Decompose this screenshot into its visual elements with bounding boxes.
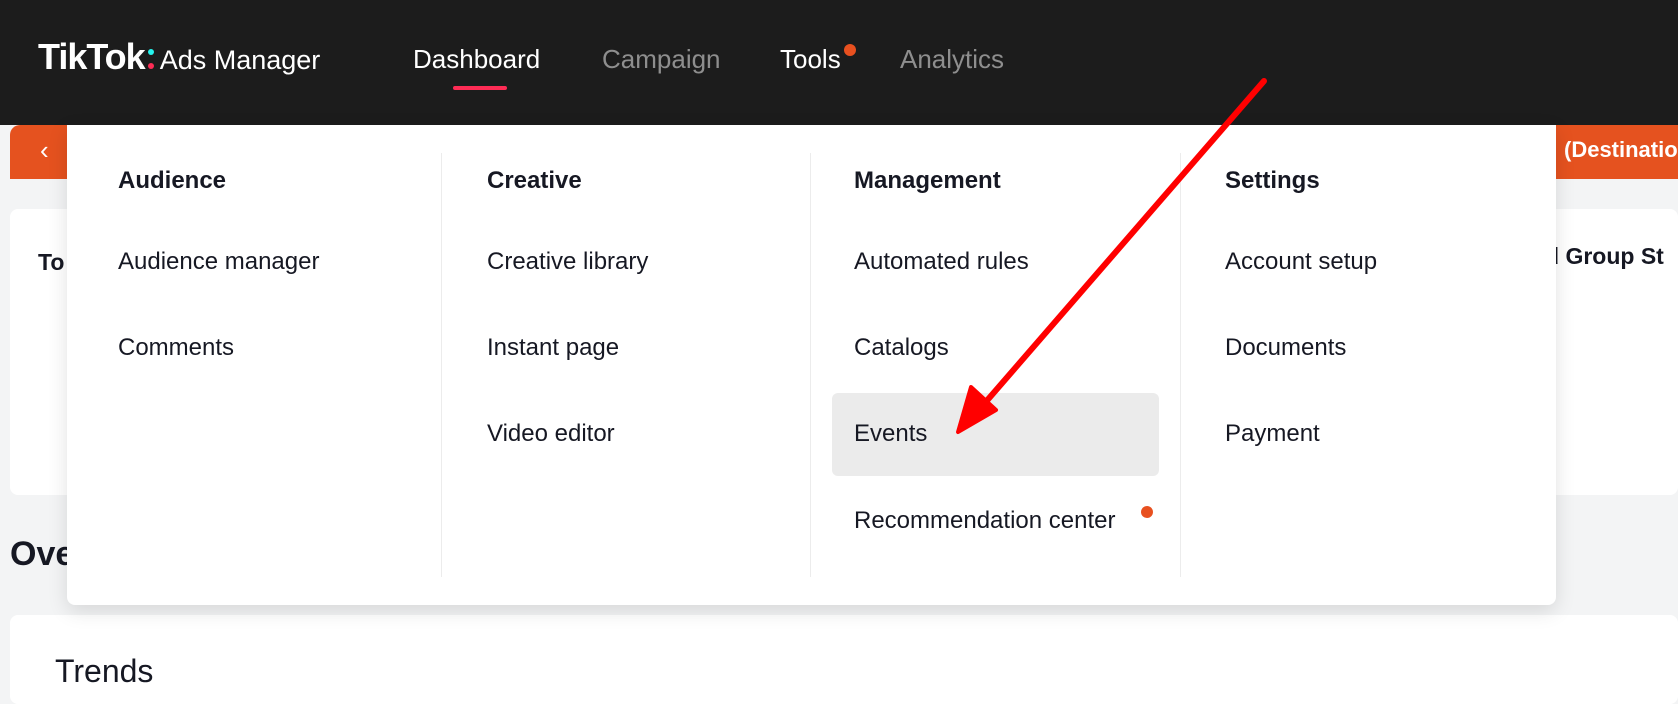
column-divider — [810, 153, 811, 577]
summary-card-left-label: To — [38, 249, 65, 275]
recommendation-notification-dot — [1141, 506, 1153, 518]
trends-title: Trends — [55, 653, 154, 689]
nav-campaign[interactable]: Campaign — [602, 44, 721, 75]
trends-card: Trends — [10, 615, 1678, 704]
menu-item-comments[interactable]: Comments — [118, 334, 234, 362]
menu-item-payment[interactable]: Payment — [1225, 420, 1320, 448]
column-divider — [1180, 153, 1181, 577]
nav-tools[interactable]: Tools — [780, 44, 841, 75]
menu-item-video-editor[interactable]: Video editor — [487, 420, 615, 448]
column-title-audience: Audience — [118, 167, 227, 194]
logo-brand: TikTok — [38, 36, 146, 77]
column-title-management: Management — [854, 167, 1001, 194]
menu-item-creative-library[interactable]: Creative library — [487, 248, 648, 276]
tools-notification-dot — [844, 44, 856, 56]
tools-dropdown-menu: Audience Audience manager Comments Creat… — [67, 125, 1556, 605]
tiktok-ads-manager-logo[interactable]: TikTok Ads Manager — [38, 36, 320, 78]
menu-item-audience-manager[interactable]: Audience manager — [118, 248, 319, 276]
nav-analytics[interactable]: Analytics — [900, 44, 1004, 75]
logo-product: Ads Manager — [159, 45, 321, 75]
column-title-creative: Creative — [487, 167, 582, 194]
menu-item-automated-rules[interactable]: Automated rules — [854, 248, 1029, 276]
menu-item-recommendation-center[interactable]: Recommendation center — [854, 507, 1115, 535]
top-navigation-bar: TikTok Ads Manager Dashboard Campaign To… — [0, 0, 1678, 125]
menu-item-instant-page[interactable]: Instant page — [487, 334, 619, 362]
nav-dashboard[interactable]: Dashboard — [413, 44, 540, 75]
menu-item-catalogs[interactable]: Catalogs — [854, 334, 949, 362]
menu-item-events[interactable]: Events — [854, 420, 927, 448]
summary-card-right-label: d Group St — [1545, 243, 1664, 269]
column-title-settings: Settings — [1225, 167, 1320, 194]
menu-item-documents[interactable]: Documents — [1225, 334, 1346, 362]
active-tab-underline — [453, 86, 507, 90]
logo-colon-icon — [147, 49, 154, 69]
overview-heading: Ove — [10, 535, 75, 573]
column-divider — [441, 153, 442, 577]
banner-back-icon[interactable]: ‹ — [40, 135, 49, 166]
banner-text[interactable]: (Destination — [1564, 137, 1678, 163]
menu-item-account-setup[interactable]: Account setup — [1225, 248, 1377, 276]
